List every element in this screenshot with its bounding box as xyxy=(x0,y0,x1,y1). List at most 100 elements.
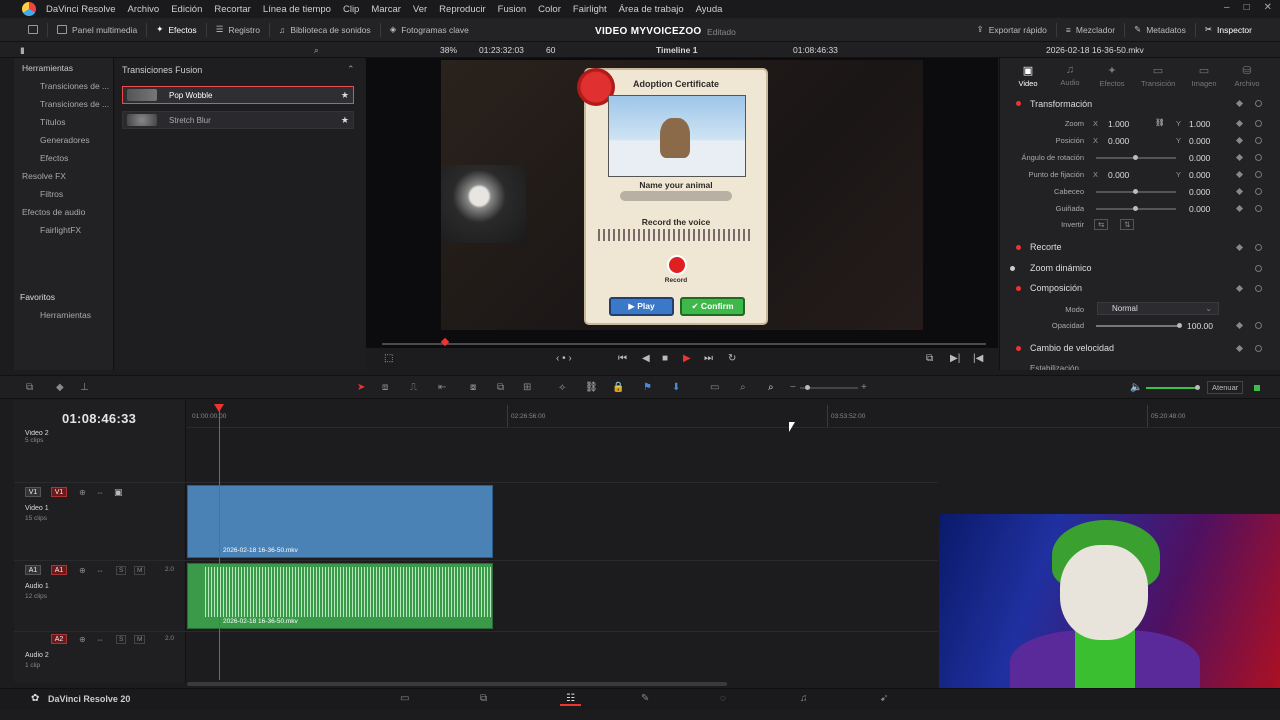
safe-area-icon[interactable]: ⬚ xyxy=(384,353,393,364)
favorite-star-icon[interactable]: ★ xyxy=(341,90,349,101)
menu-ver[interactable]: Ver xyxy=(407,4,433,15)
volume-slider[interactable] xyxy=(1146,387,1198,389)
link-icon[interactable]: ⛓ xyxy=(1155,118,1165,127)
marker-icon[interactable]: ⬇ xyxy=(672,382,680,393)
inspector-tab-effects[interactable]: ✦ Efectos xyxy=(1095,64,1129,88)
zoom-slider-knob[interactable] xyxy=(805,385,810,390)
source-patch-a1[interactable]: A1 xyxy=(51,565,67,575)
anchor-y-value[interactable]: 0.000 xyxy=(1189,170,1210,180)
menu-color[interactable]: Color xyxy=(532,4,567,15)
timeline-playhead[interactable] xyxy=(219,404,220,680)
track-id-v1[interactable]: V1 xyxy=(25,487,41,497)
match-frame-icon[interactable]: ⧉ xyxy=(926,353,933,364)
inspector-tab-file[interactable]: ⛁ Archivo xyxy=(1230,64,1264,88)
auto-select-icon[interactable]: ⇔ xyxy=(96,488,104,497)
auto-select-icon[interactable]: ⇔ xyxy=(96,635,104,644)
lock-icon[interactable]: 🔒 xyxy=(612,382,624,393)
zoom-in-icon[interactable]: + xyxy=(861,382,867,393)
speaker-icon[interactable]: 🔈 xyxy=(1130,382,1142,393)
timeline-name[interactable]: Timeline 1 xyxy=(656,45,697,55)
menu-edicion[interactable]: Edición xyxy=(165,4,208,15)
opacity-slider-knob[interactable] xyxy=(1177,323,1182,328)
yaw-value[interactable]: 0.000 xyxy=(1189,204,1210,214)
tree-filtros[interactable]: Filtros xyxy=(40,189,63,199)
composite-mode-select[interactable]: Normal ⌄ xyxy=(1097,302,1219,315)
inspector-tab-image[interactable]: ▭ Imagen xyxy=(1187,64,1221,88)
yaw-slider-knob[interactable] xyxy=(1133,206,1138,211)
trim-tool-icon[interactable]: ⧈ xyxy=(382,382,388,393)
minimize-icon[interactable]: – xyxy=(1224,2,1230,13)
sidebar-toggle-icon[interactable]: ▮ xyxy=(20,45,25,56)
flip-horizontal-icon[interactable]: ⇆ xyxy=(1094,219,1109,230)
tree-transiciones-video[interactable]: Transiciones de ... xyxy=(40,81,109,91)
quick-export-button[interactable]: ⇪ Exportar rápido xyxy=(968,18,1056,41)
solo-button[interactable]: S xyxy=(116,635,127,644)
section-dynamic-zoom[interactable]: Zoom dinámico xyxy=(1030,263,1092,273)
page-deliver-icon[interactable]: ➹ xyxy=(880,693,888,704)
favorites-header[interactable]: Favoritos xyxy=(20,292,55,302)
mixer-button[interactable]: ≡ Mezclador xyxy=(1057,18,1124,41)
sound-library-button[interactable]: ♫ Biblioteca de sonidos xyxy=(270,18,380,41)
page-fusion-icon[interactable]: ✎ xyxy=(641,693,649,704)
inspector-tab-video[interactable]: ▣ Video xyxy=(1011,64,1045,88)
fit-icon[interactable]: ⊞ xyxy=(523,382,531,393)
selection-tool-icon[interactable]: ➤ xyxy=(357,382,365,393)
pos-x-value[interactable]: 0.000 xyxy=(1108,136,1129,146)
reset-icon[interactable] xyxy=(1255,120,1262,127)
page-color-icon[interactable]: ◌ xyxy=(720,693,726,704)
anchor-x-value[interactable]: 0.000 xyxy=(1108,170,1129,180)
zoom-full-icon[interactable]: ▭ xyxy=(710,382,719,393)
mute-button[interactable]: M xyxy=(134,635,146,644)
effects-button[interactable]: ✦ Efectos xyxy=(147,18,205,41)
play-reverse-icon[interactable]: ◀ xyxy=(642,353,650,364)
volume-slider-knob[interactable] xyxy=(1195,385,1200,390)
section-stabilization[interactable]: Estabilización xyxy=(1030,364,1079,370)
timeline-scrollbar[interactable] xyxy=(187,682,727,686)
reset-icon[interactable] xyxy=(1255,137,1262,144)
auto-select-icon[interactable]: ⇔ xyxy=(96,566,104,575)
inspector-button[interactable]: ✂ Inspector xyxy=(1196,18,1280,41)
flip-vertical-icon[interactable]: ⇅ xyxy=(1120,219,1135,230)
tree-efectos-audio[interactable]: Efectos de audio xyxy=(22,207,85,217)
tree-herramientas[interactable]: Herramientas xyxy=(22,63,73,73)
tree-generadores[interactable]: Generadores xyxy=(40,135,90,145)
snapping-icon[interactable]: ⟡ xyxy=(559,382,566,393)
inspector-tab-transition[interactable]: ▭ Transición xyxy=(1141,64,1175,88)
page-fairlight-icon[interactable]: ♫ xyxy=(800,693,808,704)
timeline-ruler[interactable] xyxy=(186,404,1280,428)
enable-dot-icon[interactable] xyxy=(1016,286,1021,291)
reset-icon[interactable] xyxy=(1255,285,1262,292)
close-icon[interactable]: ✕ xyxy=(1264,2,1272,13)
tree-efectos[interactable]: Efectos xyxy=(40,153,68,163)
pos-y-value[interactable]: 0.000 xyxy=(1189,136,1210,146)
lock-track-icon[interactable]: ⊕ xyxy=(79,488,86,497)
jog-icon[interactable]: ‹ • › xyxy=(556,353,572,364)
section-speed-change[interactable]: Cambio de velocidad xyxy=(1030,343,1114,353)
enable-dot-icon[interactable] xyxy=(1016,346,1021,351)
menu-ayuda[interactable]: Ayuda xyxy=(690,4,729,15)
favorite-star-icon[interactable]: ★ xyxy=(341,115,349,126)
rotation-value[interactable]: 0.000 xyxy=(1189,153,1210,163)
opacity-slider[interactable] xyxy=(1096,325,1180,327)
zoom-x-value[interactable]: 1.000 xyxy=(1108,119,1129,129)
effect-item-pop-wobble[interactable]: Pop Wobble ★ xyxy=(122,86,354,104)
metadata-button[interactable]: ✎ Metadatos xyxy=(1125,18,1195,41)
overwrite-icon[interactable]: ⧇ xyxy=(470,382,476,393)
reset-icon[interactable] xyxy=(1255,154,1262,161)
page-cut-icon[interactable]: ⧉ xyxy=(480,693,487,704)
menu-marcar[interactable]: Marcar xyxy=(365,4,407,15)
enable-dot-icon[interactable] xyxy=(1016,245,1021,250)
section-crop[interactable]: Recorte xyxy=(1030,242,1062,252)
zoom-y-value[interactable]: 1.000 xyxy=(1189,119,1210,129)
loop-icon[interactable]: ↻ xyxy=(728,353,736,364)
monitor-icon[interactable]: ▣ xyxy=(114,487,123,498)
page-edit-icon[interactable]: ☷ xyxy=(560,693,581,706)
menu-archivo[interactable]: Archivo xyxy=(122,4,166,15)
blade-tool-icon[interactable]: ⎍ xyxy=(410,382,417,393)
reset-icon[interactable] xyxy=(1255,188,1262,195)
insert-icon[interactable]: ⇤ xyxy=(438,382,446,393)
effect-item-stretch-blur[interactable]: Stretch Blur ★ xyxy=(122,111,354,129)
tree-resolve-fx[interactable]: Resolve FX xyxy=(22,171,66,181)
go-start-icon[interactable]: ⏮ xyxy=(618,353,627,364)
audio-meter-icon[interactable]: ⊥ xyxy=(80,382,89,393)
